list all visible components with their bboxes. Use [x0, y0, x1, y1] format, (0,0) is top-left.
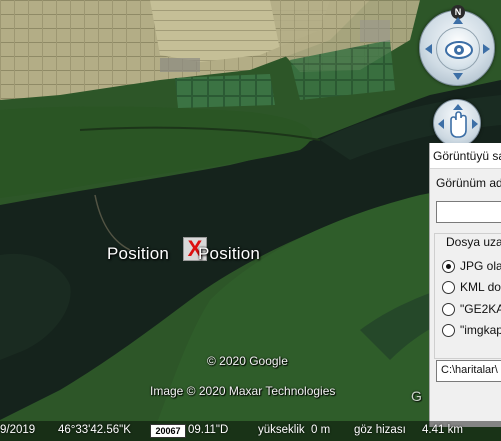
eye-altitude-label: göz hizası: [354, 424, 406, 436]
save-view-dialog: Görüntüyü sa Görünüm ad Dosya uzan JPG o…: [429, 143, 501, 427]
pan-navigation-ring[interactable]: [433, 99, 481, 147]
placemark-label-right: Position: [198, 244, 261, 263]
hand-icon: [450, 111, 467, 138]
look-right-arrow-icon[interactable]: [483, 44, 490, 54]
radio-button[interactable]: [442, 302, 455, 316]
option-label: "GE2KAP: [460, 302, 501, 316]
dialog-title: Görüntüyü sa: [430, 143, 501, 169]
google-watermark: G: [411, 388, 422, 404]
radio-button[interactable]: [442, 259, 455, 273]
status-bar: 9/2019 46°33'42.56"K 20067 09.11"D yükse…: [0, 421, 501, 441]
google-copyright: © 2020 Google: [207, 354, 288, 368]
imagery-copyright: Image © 2020 Maxar Technologies: [150, 384, 336, 398]
longitude-readout: 09.11"D: [188, 424, 229, 436]
option-jpg[interactable]: JPG olar: [442, 259, 501, 273]
look-down-arrow-icon[interactable]: [453, 73, 463, 80]
latitude-readout: 46°33'42.56"K: [58, 424, 131, 436]
view-name-input[interactable]: [436, 201, 501, 223]
option-label: JPG olar: [460, 259, 501, 273]
placemark-label-left: Position: [107, 244, 170, 263]
option-imgkap[interactable]: "imgkap: [442, 323, 501, 337]
elevation-badge: 20067: [150, 424, 186, 438]
option-label: "imgkap: [460, 323, 501, 337]
output-path-input[interactable]: C:\haritalar\: [436, 360, 501, 382]
option-label: KML do: [460, 280, 501, 294]
eye-altitude-value: 4.41 km: [422, 424, 463, 436]
option-kml[interactable]: KML do: [442, 280, 501, 294]
look-joystick[interactable]: [436, 27, 480, 71]
file-extension-group: [434, 233, 501, 359]
radio-button[interactable]: [442, 280, 455, 294]
look-navigation-ring[interactable]: N: [419, 5, 495, 86]
look-up-arrow-icon[interactable]: [453, 17, 463, 24]
imagery-date: 9/2019: [0, 424, 36, 436]
option-ge2kap[interactable]: "GE2KAP: [442, 302, 501, 316]
radio-button[interactable]: [442, 323, 455, 337]
elevation-value: 0 m: [311, 424, 331, 436]
look-left-arrow-icon[interactable]: [425, 44, 432, 54]
eye-icon: [445, 41, 473, 59]
file-extension-label: Dosya uzan: [444, 235, 501, 249]
elevation-label: yükseklik: [258, 424, 305, 436]
view-name-label: Görünüm ad: [436, 176, 501, 190]
